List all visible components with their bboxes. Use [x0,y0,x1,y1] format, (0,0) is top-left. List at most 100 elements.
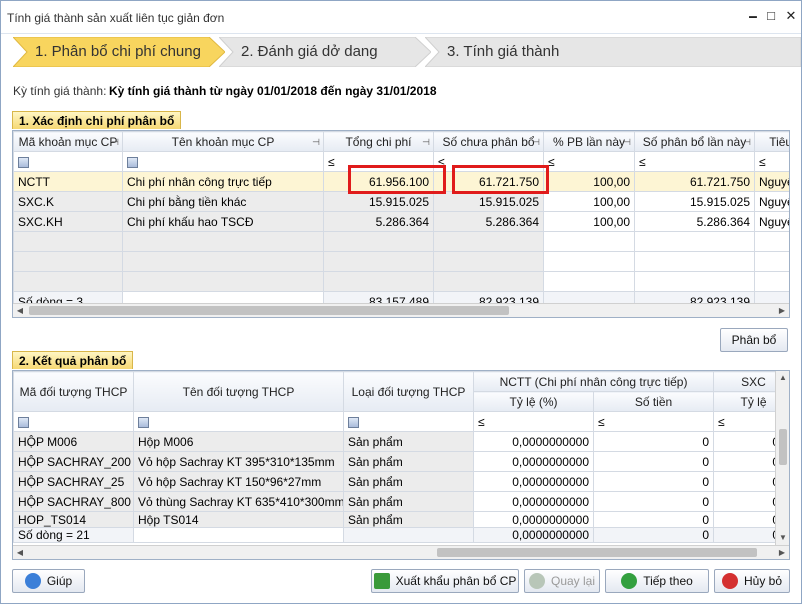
cell-criteria[interactable]: Nguyên [754,171,789,192]
col-header-object-code[interactable]: Mã đối tượng THCP [13,371,134,412]
filter-check-icon[interactable] [138,416,149,428]
filter-cell[interactable] [13,151,123,172]
scroll-right-icon[interactable]: ▶ [775,546,789,559]
pin-icon[interactable]: ⊣ [743,137,751,148]
cell-percent[interactable]: 100,00 [543,191,635,212]
table-row[interactable]: HOP_TS014 Hộp TS014 Sản phẩm 0,000000000… [13,511,789,528]
table-row[interactable]: HỘP SACHRAY_25 Vỏ hộp Sachray KT 150*96*… [13,471,789,492]
col-header-code[interactable]: Mã khoản mục CP ⊣ [13,131,123,152]
col-header-object-name[interactable]: Tên đối tượng THCP [133,371,344,412]
pin-icon[interactable]: ⊣ [422,137,430,148]
table-row[interactable]: SXC.KH Chi phí khấu hao TSCĐ 5.286.364 5… [13,211,789,232]
cell-rate[interactable]: 0,0000000000 [473,451,594,472]
cell-total: 15.915.025 [323,191,434,212]
cell-allocated: 15.915.025 [634,191,755,212]
step-1[interactable]: 1. Phân bổ chi phí chung [13,37,225,67]
filter-cell[interactable] [343,411,474,432]
filter-check-icon[interactable] [348,416,359,428]
header-row: Mã khoản mục CP ⊣ Tên khoản mục CP ⊣ Tổng … [13,131,789,152]
cell-amount[interactable]: 0 [592,451,715,472]
col-header-unallocated[interactable]: Số chưa phân bổ ⊣ [433,131,544,152]
cell-amount[interactable]: 0 [592,431,715,452]
cell-amount[interactable]: 0 [592,471,715,492]
excel-icon [373,572,390,589]
cell-object-type: Sản phẩm [343,431,474,452]
dialog-window: Tính giá thành sản xuất liên tục giản đơ… [0,0,802,604]
filter-check-icon[interactable] [127,156,138,168]
filter-cell[interactable]: ≤ [592,411,715,432]
scroll-thumb[interactable] [437,548,757,557]
step-2[interactable]: 2. Đánh giá dở dang [219,37,431,67]
col-header-percent[interactable]: % PB lần này ⊣ [543,131,635,152]
summary-count: Số dòng = 21 [13,527,134,543]
col-header-name[interactable]: Tên khoản mục CP ⊣ [122,131,324,152]
cell-amount[interactable]: 0 [592,491,715,512]
filter-cell[interactable] [122,151,324,172]
allocate-button[interactable]: Phân bổ [720,328,788,352]
cell-unallocated: 15.915.025 [433,191,544,212]
filter-check-icon[interactable] [18,156,29,168]
cancel-button[interactable]: Hủy bỏ [714,569,790,593]
arrow-left-icon [528,572,545,589]
cell-object-type: Sản phẩm [343,511,474,528]
scroll-thumb[interactable] [29,306,509,315]
pin-icon[interactable]: ⊣ [623,137,631,148]
back-button[interactable]: Quay lại [524,569,600,593]
table-row[interactable]: SXC.K Chi phí bằng tiền khác 15.915.025 … [13,191,789,212]
cell-total: 5.286.364 [323,211,434,232]
pin-icon[interactable]: ⊣ [532,137,540,148]
cell-rate[interactable]: 0,0000000000 [473,511,594,528]
cell-amount[interactable]: 0 [592,511,715,528]
col-header-total[interactable]: Tổng chi phí ⊣ [323,131,434,152]
col-header-criteria[interactable]: Tiêu t [754,131,789,152]
scroll-left-icon[interactable]: ◀ [13,304,27,317]
export-allocation-button[interactable]: Xuất khẩu phân bổ CP [371,569,519,593]
filter-cell[interactable]: ≤ [754,151,789,172]
scroll-right-icon[interactable]: ▶ [775,304,789,317]
col-header-amount[interactable]: Số tiền [592,391,715,412]
next-button[interactable]: Tiếp theo [605,569,709,593]
horizontal-scrollbar[interactable]: ◀ ▶ [13,545,789,559]
pin-icon[interactable]: ⊣ [312,137,320,148]
scroll-left-icon[interactable]: ◀ [13,546,27,559]
col-header-rate[interactable]: Tỷ lệ (%) [473,391,594,412]
step-1-label: 1. Phân bổ chi phí chung [35,43,201,60]
cell-criteria[interactable]: Nguyên [754,211,789,232]
col-header-allocated[interactable]: Số phân bổ lần này ⊣ [634,131,755,152]
close-icon[interactable]: ✕ [783,8,799,24]
table-row[interactable]: HỘP M006 Hộp M006 Sản phẩm 0,0000000000 … [13,431,789,452]
cell-name: Chi phí bằng tiền khác [122,191,324,212]
scroll-thumb[interactable] [779,429,787,465]
help-button[interactable]: Giúp [12,569,85,593]
scroll-down-icon[interactable]: ▼ [776,531,789,545]
minimize-icon[interactable]: 🗕 [745,8,761,24]
table-row[interactable]: HỘP SACHRAY_200 Vỏ hộp Sachray KT 395*31… [13,451,789,472]
cell-object-code: HOP_TS014 [13,511,134,528]
table-row[interactable]: HỘP SACHRAY_800 Vỏ thùng Sachray KT 635*… [13,491,789,512]
cell-percent[interactable]: 100,00 [543,171,635,192]
step-3[interactable]: 3. Tính giá thành [425,37,801,67]
filter-cell[interactable]: ≤ [634,151,755,172]
maximize-icon[interactable]: □ [763,8,779,24]
section1-title: 1. Xác định chi phí phân bổ [12,111,182,129]
horizontal-scrollbar[interactable]: ◀ ▶ [13,303,789,317]
cell-rate[interactable]: 0,0000000000 [473,471,594,492]
scroll-up-icon[interactable]: ▲ [776,371,789,385]
cell-criteria[interactable]: Nguyên [754,191,789,212]
filter-cell[interactable] [13,411,134,432]
cell-object-name: Hộp TS014 [133,511,344,528]
cell-rate[interactable]: 0,0000000000 [473,491,594,512]
cost-allocation-table: Mã khoản mục CP ⊣ Tên khoản mục CP ⊣ Tổng … [13,131,789,312]
filter-check-icon[interactable] [18,416,29,428]
pin-icon[interactable]: ⊣ [111,137,119,148]
filter-cell[interactable] [133,411,344,432]
col-header-object-type[interactable]: Loại đối tượng THCP [343,371,474,412]
cell-object-code: HỘP M006 [13,431,134,452]
vertical-scrollbar[interactable]: ▲ ▼ [775,371,789,545]
step-2-label: 2. Đánh giá dở dang [241,43,378,60]
cell-rate[interactable]: 0,0000000000 [473,431,594,452]
cell-percent[interactable]: 100,00 [543,211,635,232]
filter-cell[interactable]: ≤ [543,151,635,172]
empty-row [13,231,789,252]
filter-cell[interactable]: ≤ [473,411,594,432]
